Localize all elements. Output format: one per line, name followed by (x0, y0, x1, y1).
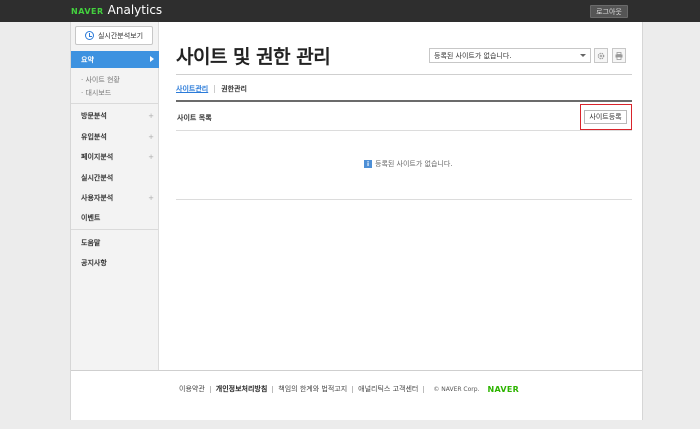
sidebar-item-label: 사용자분석 (81, 194, 114, 202)
sidebar-item-label: 유입분석 (81, 133, 107, 141)
site-select-value: 등록된 사이트가 없습니다. (434, 51, 512, 60)
tabs-divider (176, 100, 632, 102)
clock-icon (84, 31, 94, 40)
printer-icon (615, 51, 623, 60)
tab-separator (214, 85, 216, 93)
sidebar-item-label: 도움말 (81, 239, 101, 247)
sidebar-item-summary[interactable]: 요약 (71, 51, 159, 68)
footer-link-terms[interactable]: 이용약관 (179, 384, 205, 394)
print-button[interactable] (612, 48, 626, 63)
sidebar-item-label: 실시간분석 (81, 174, 114, 182)
sidebar-item-notices[interactable]: 공지사항 (71, 253, 159, 273)
footer-link-support[interactable]: 애널리틱스 고객센터 (358, 384, 418, 394)
sidebar-item-help[interactable]: 도움말 (71, 233, 159, 253)
sidebar-item-events[interactable]: 이벤트 (71, 208, 159, 228)
empty-message: 등록된 사이트가 없습니다. (375, 160, 453, 168)
sidebar-divider (71, 103, 158, 104)
sidebar-item-label: 이벤트 (81, 214, 101, 222)
footer-separator (352, 385, 354, 393)
logout-button[interactable]: 로그아웃 (590, 5, 628, 18)
footer-separator (423, 385, 425, 393)
realtime-analysis-button[interactable]: 실시간분석보기 (75, 26, 153, 45)
footer-links: 이용약관 개인정보처리방침 책임의 한계와 법적고지 애널리틱스 고객센터 © … (179, 384, 519, 394)
copyright: © NAVER Corp. (433, 385, 480, 393)
sidebar-item-label: 공지사항 (81, 259, 107, 267)
page-container: 실시간분석보기 요약 · 사이트 현황 · 대시보드 방문분석 + 유입분석 +… (70, 22, 643, 420)
sidebar-divider (71, 229, 158, 230)
sidebar-item-label: 방문분석 (81, 112, 107, 120)
expand-icon: + (148, 112, 154, 120)
sidebar: 실시간분석보기 요약 · 사이트 현황 · 대시보드 방문분석 + 유입분석 +… (71, 22, 159, 370)
footer-link-privacy[interactable]: 개인정보처리방침 (216, 384, 268, 394)
gear-icon (597, 52, 605, 59)
main-content: 사이트 및 권한 관리 등록된 사이트가 없습니다. 사이트관리 권한관리 사이… (159, 22, 644, 370)
site-list-label: 사이트 목록 (177, 114, 212, 122)
settings-button[interactable] (594, 48, 608, 63)
naver-analytics-logo[interactable]: NAVER Analytics (71, 3, 162, 19)
chevron-down-icon (580, 54, 586, 57)
sidebar-item-realtime-analysis[interactable]: 실시간분석 (71, 168, 159, 188)
footer-link-legal[interactable]: 책임의 한계와 법적고지 (278, 384, 347, 394)
sidebar-item-label: 요약 (81, 55, 94, 64)
tab-bar: 사이트관리 권한관리 (176, 82, 247, 96)
sidebar-item-visit-analysis[interactable]: 방문분석 + (71, 106, 159, 126)
list-bottom-divider (176, 199, 632, 200)
chevron-right-icon (150, 56, 154, 62)
logo-brand: NAVER (71, 7, 104, 16)
footer: 이용약관 개인정보처리방침 책임의 한계와 법적고지 애널리틱스 고객센터 © … (71, 370, 642, 420)
top-bar: NAVER Analytics 로그아웃 (0, 0, 700, 22)
tab-permission-management[interactable]: 권한관리 (221, 84, 247, 94)
empty-state: i 등록된 사이트가 없습니다. (364, 159, 453, 169)
site-select[interactable]: 등록된 사이트가 없습니다. (429, 48, 591, 63)
register-site-button[interactable]: 사이트등록 (584, 110, 627, 124)
realtime-analysis-label: 실시간분석보기 (97, 31, 144, 40)
footer-separator (272, 385, 274, 393)
list-header-divider (176, 130, 632, 131)
footer-separator (209, 385, 211, 393)
sidebar-subitem-dashboard[interactable]: · 대시보드 (81, 88, 111, 98)
expand-icon: + (148, 133, 154, 141)
tab-site-management[interactable]: 사이트관리 (176, 84, 208, 94)
sidebar-subitem-site-status[interactable]: · 사이트 현황 (81, 75, 120, 85)
logo-product: Analytics (107, 3, 163, 17)
page-title: 사이트 및 권한 관리 (176, 46, 331, 68)
title-divider (176, 74, 632, 75)
expand-icon: + (148, 153, 154, 161)
info-icon: i (364, 160, 372, 168)
sidebar-item-inflow-analysis[interactable]: 유입분석 + (71, 127, 159, 147)
sidebar-item-user-analysis[interactable]: 사용자분석 + (71, 188, 159, 208)
sidebar-item-page-analysis[interactable]: 페이지분석 + (71, 147, 159, 167)
expand-icon: + (148, 194, 154, 202)
naver-footer-logo[interactable]: NAVER (487, 385, 519, 394)
sidebar-item-label: 페이지분석 (81, 153, 114, 161)
